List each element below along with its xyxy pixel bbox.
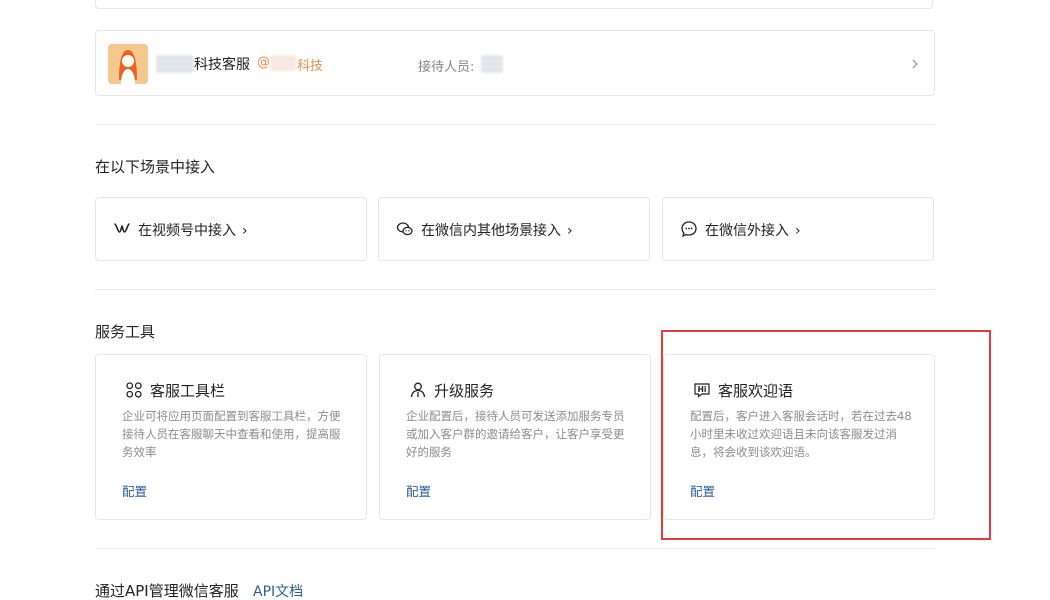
welcome-message-description: 配置后，客户进入客服会话时，若在过去48小时里未收过欢迎语且未向该客服发过消息，… [690, 409, 912, 459]
scene-outside-wechat-label: 在微信外接入 [705, 223, 789, 239]
scene-wechat-card[interactable]: 在微信内其他场景接入 › [378, 197, 650, 261]
chevron-right-icon: › [567, 223, 573, 239]
redacted-org [270, 55, 296, 71]
svg-text:Hi: Hi [698, 385, 707, 394]
channels-icon [113, 220, 131, 238]
wechat-icon [396, 220, 414, 238]
grid-icon [125, 381, 143, 399]
upgrade-service-title: 升级服务 [434, 382, 495, 400]
divider [95, 289, 935, 290]
welcome-message-card: Hi 客服欢迎语 配置后，客户进入客服会话时，若在过去48小时里未收过欢迎语且未… [663, 354, 935, 520]
scene-channels-label: 在视频号中接入 [138, 223, 236, 239]
account-name: 科技客服 [194, 57, 250, 73]
upgrade-user-icon [409, 381, 427, 399]
welcome-message-config-link[interactable]: 配置 [690, 481, 715, 500]
scenes-section-title: 在以下场景中接入 [95, 158, 216, 176]
redacted-receiver [481, 55, 503, 73]
page: 科技客服 @ 科技 接待人员: 在以下场景中接入 在视频号中接入 › 在微信内其… [0, 0, 1050, 600]
welcome-message-title: 客服欢迎语 [718, 382, 794, 400]
api-section-title: 通过API管理微信客服 [95, 582, 239, 600]
redacted-name [156, 55, 194, 73]
divider [95, 124, 935, 125]
upgrade-service-config-link[interactable]: 配置 [406, 481, 431, 500]
customer-service-account-row[interactable]: 科技客服 @ 科技 接待人员: [95, 30, 935, 96]
toolbar-tool-card: 客服工具栏 企业可将应用页面配置到客服工具栏，方便接待人员在客服聊天中查看和使用… [95, 354, 367, 520]
previous-card [95, 0, 933, 9]
scene-wechat-label: 在微信内其他场景接入 [421, 223, 561, 239]
hi-icon: Hi [693, 381, 711, 399]
chevron-right-icon: › [242, 223, 248, 239]
account-org-at: @ [257, 55, 270, 70]
receiver-label: 接待人员: [418, 60, 475, 75]
divider [95, 548, 935, 549]
chat-bubble-icon [680, 220, 698, 238]
scene-outside-wechat-card[interactable]: 在微信外接入 › [662, 197, 934, 261]
tools-section-title: 服务工具 [95, 323, 156, 341]
api-docs-link[interactable]: API文档 [253, 581, 303, 600]
toolbar-title: 客服工具栏 [150, 382, 226, 400]
scene-channels-card[interactable]: 在视频号中接入 › [95, 197, 367, 261]
chevron-right-icon: › [795, 223, 801, 239]
upgrade-service-card: 升级服务 企业配置后，接待人员可发送添加服务专员或加入客户群的邀请给客户，让客户… [379, 354, 651, 520]
upgrade-service-description: 企业配置后，接待人员可发送添加服务专员或加入客户群的邀请给客户，让客户享受更好的… [406, 409, 625, 459]
account-org: 科技 [297, 59, 324, 74]
avatar [108, 44, 148, 84]
toolbar-config-link[interactable]: 配置 [122, 481, 147, 500]
toolbar-description: 企业可将应用页面配置到客服工具栏，方便接待人员在客服聊天中查看和使用，提高服务效… [122, 409, 341, 459]
chevron-right-icon [910, 55, 920, 74]
